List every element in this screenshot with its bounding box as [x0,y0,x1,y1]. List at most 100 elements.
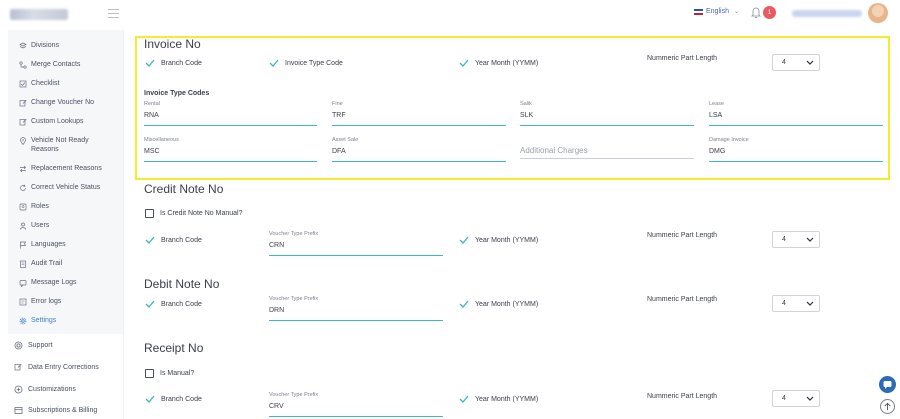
credit-numeric-length-select[interactable]: 4 [772,231,820,248]
checkbox-label: Is Manual? [160,370,195,377]
gear-icon [19,317,27,325]
plus-circle-icon [14,385,23,394]
invoice-numeric-length-select[interactable]: 4 [772,54,820,71]
invoice-type-code-checkbox[interactable]: Invoice Type Code [269,59,343,67]
sidebar-item-users[interactable]: Users [19,221,116,230]
field-underline [332,161,506,162]
sidebar-item-message-logs[interactable]: Message Logs [19,278,116,287]
salik-code-field[interactable]: Salik SLK [520,101,694,126]
sidebar-item-correct-vehicle-status[interactable]: Correct Vehicle Status [19,183,116,192]
flag-icon [20,241,27,249]
field-caption: Voucher Type Prefix [269,392,319,398]
checkbox-box [145,209,154,218]
checkmark-icon [145,300,155,308]
message-icon [19,280,27,287]
avatar[interactable] [868,3,888,23]
debit-branch-code-checkbox[interactable]: Branch Code [145,300,202,308]
app-logo[interactable] [10,9,68,20]
sidebar-item-data-entry-corrections[interactable]: Data Entry Corrections [14,363,99,372]
credit-branch-code-checkbox[interactable]: Branch Code [145,236,202,244]
field-value: MSC [144,148,160,155]
refresh-icon [20,184,26,191]
credit-note-manual-checkbox[interactable]: Is Credit Note No Manual? [145,209,242,218]
checkmark-icon [145,236,155,244]
sidebar-item-error-logs[interactable]: Error logs [19,297,116,306]
chat-icon [883,381,892,389]
field-caption: Asset Sale [332,137,359,143]
credit-year-month-checkbox[interactable]: Year Month (YYMM) [459,236,538,244]
sidebar-item-replacement-reasons[interactable]: Replacement Reasons [19,164,116,173]
field-value: RNA [144,112,159,119]
user-name[interactable] [792,10,862,17]
sidebar-item-subscriptions-billing[interactable]: Subscriptions & Billing [14,406,97,415]
rental-code-field[interactable]: Rental RNA [144,101,317,126]
location-pin-icon [20,137,26,145]
sidebar-item-divisions[interactable]: Divisions [19,41,116,50]
sidebar-item-roles[interactable]: Roles [19,202,116,211]
sidebar-item-label: Divisions [31,42,60,49]
sidebar-item-label: Data Entry Corrections [28,364,99,371]
field-caption: Damage Invoice [709,137,749,143]
sidebar-item-label: Customizations [28,386,76,393]
checkbox-label: Branch Code [161,300,202,308]
sidebar-item-label: Checklist [31,80,60,87]
select-value: 4 [782,59,786,66]
sidebar-item-checklist[interactable]: Checklist [19,79,116,88]
sidebar-item-change-voucher-no[interactable]: Change Voucher No [19,98,116,107]
checkbox-box [145,369,154,378]
sidebar-item-vehicle-not-ready-reasons[interactable]: Vehicle Not Ready Reasons [19,136,116,154]
lease-code-field[interactable]: Lease LSA [709,101,883,126]
hamburger-menu-icon[interactable] [108,9,119,18]
miscellaneous-code-field[interactable]: Miscellaneous MSC [144,137,317,162]
sidebar-item-merge-contacts[interactable]: Merge Contacts [19,60,116,69]
language-label: English [706,8,729,15]
fine-code-field[interactable]: Fine TRF [332,101,506,126]
bell-icon[interactable] [751,7,761,19]
sidebar-item-settings[interactable]: Settings [19,316,56,325]
sidebar-item-label: Merge Contacts [31,61,81,68]
receipt-branch-code-checkbox[interactable]: Branch Code [145,395,202,403]
field-underline [269,320,443,321]
damage-invoice-code-field[interactable]: Damage Invoice DMG [709,137,883,162]
sidebar-item-customizations[interactable]: Customizations [14,385,76,394]
field-caption: Voucher Type Prefix [269,231,319,237]
numeric-part-length-label: Nummeric Part Length [647,232,718,239]
scroll-to-top-button[interactable] [880,399,895,414]
debit-year-month-checkbox[interactable]: Year Month (YYMM) [459,300,538,308]
additional-charges-field[interactable]: Additional Charges [520,137,694,159]
field-value: SLK [520,112,534,119]
uk-flag-icon [694,8,703,15]
language-selector[interactable]: English ⌄ [694,8,739,15]
sidebar-item-label: Error logs [31,298,62,305]
sidebar-item-custom-lookups[interactable]: Custom Lookups [19,117,116,126]
top-bar: English ⌄ 1 [0,0,900,30]
checkbox-label: Branch Code [161,59,202,67]
sidebar-item-languages[interactable]: Languages [19,240,116,249]
field-underline [269,255,443,256]
sidebar-item-label: Audit Trail [31,260,63,267]
debit-voucher-prefix-field[interactable]: Voucher Type Prefix DRN [269,296,443,321]
invoice-year-month-checkbox[interactable]: Year Month (YYMM) [459,59,538,67]
field-caption: Rental [144,101,160,107]
sidebar-item-support[interactable]: Support [14,341,53,350]
sidebar-item-audit-trail[interactable]: Audit Trail [19,259,116,268]
sidebar-item-label: Correct Vehicle Status [31,184,101,191]
invoice-branch-code-checkbox[interactable]: Branch Code [145,59,202,67]
checkmark-icon [145,59,155,67]
field-value: LSA [709,112,723,119]
receipt-voucher-prefix-field[interactable]: Voucher Type Prefix CRV [269,392,443,417]
checkbox-label: Branch Code [161,236,202,244]
field-value: DMG [709,148,726,155]
receipt-numeric-length-select[interactable]: 4 [772,390,820,407]
billing-icon [14,407,23,414]
credit-voucher-prefix-field[interactable]: Voucher Type Prefix CRN [269,231,443,256]
receipt-manual-checkbox[interactable]: Is Manual? [145,369,194,378]
field-underline [144,161,317,162]
checkmark-icon [459,59,469,67]
chat-button[interactable] [879,376,896,393]
edit-icon [19,118,27,126]
debit-numeric-length-select[interactable]: 4 [772,295,820,312]
receipt-year-month-checkbox[interactable]: Year Month (YYMM) [459,395,538,403]
asset-sale-code-field[interactable]: Asset Sale DFA [332,137,506,162]
invoice-type-codes-heading: Invoice Type Codes [144,90,210,97]
